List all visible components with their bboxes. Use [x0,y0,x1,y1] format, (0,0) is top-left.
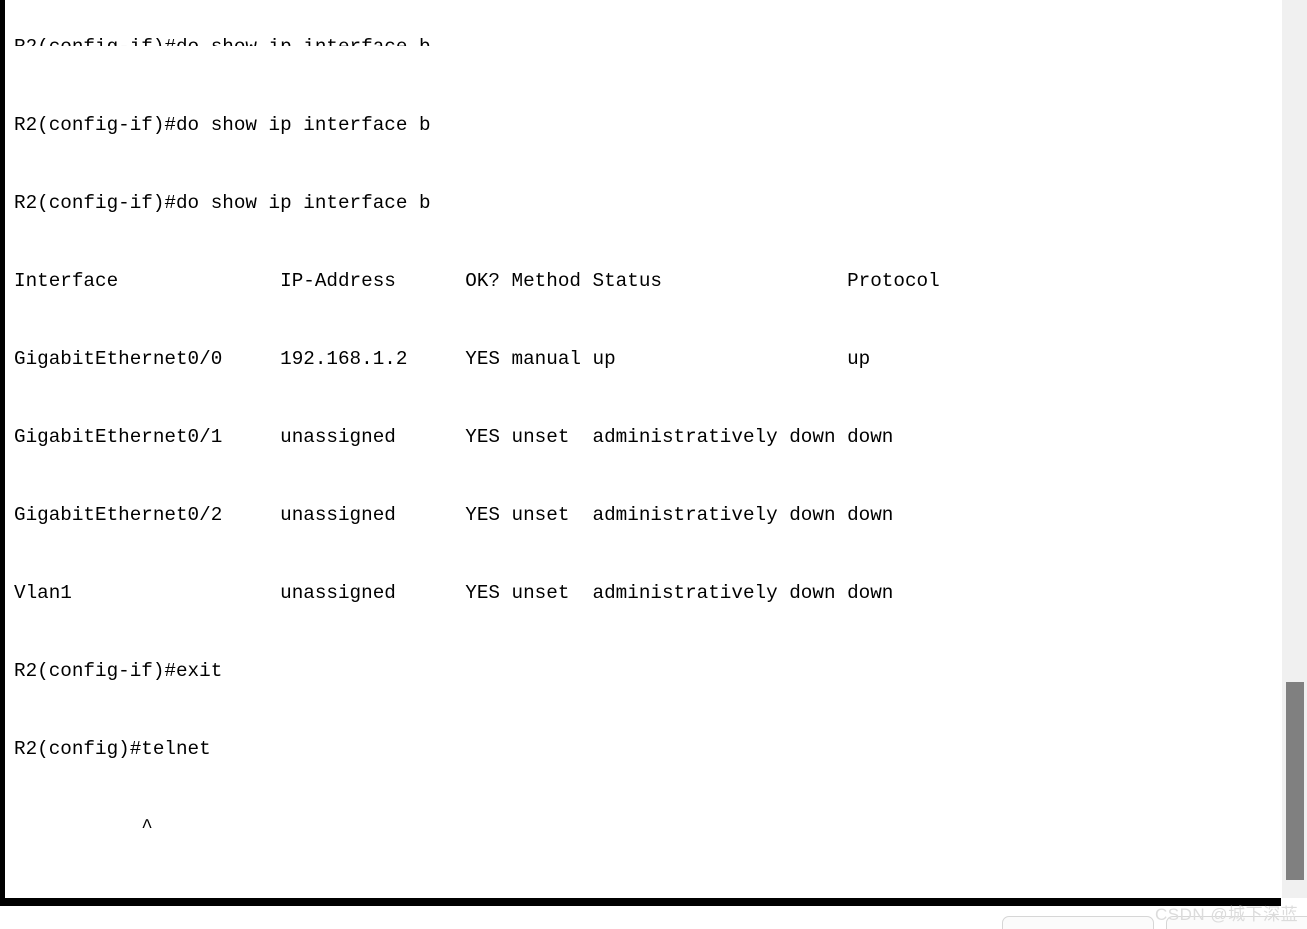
terminal-line: R2(config-if)#do show ip interface b [14,192,431,214]
scrollbar-thumb[interactable] [1286,682,1304,880]
terminal-table-row: Vlan1 unassigned YES unset administrativ… [14,582,894,604]
terminal-table-row: GigabitEthernet0/1 unassigned YES unset … [14,426,894,448]
terminal-table-header-row: Interface IP-Address OK? Method Status P… [14,270,940,292]
terminal-error-line: % Invalid input detected at '^' marker. [14,892,1269,894]
terminal-output-text[interactable]: R2(config-if)#do show ip interface b R2(… [14,0,1269,894]
terminal-line: R2(config)#telnet [14,738,211,760]
terminal-line: R2(config-if)#do show ip interface b [14,114,431,136]
terminal-table-row: GigabitEthernet0/2 unassigned YES unset … [14,504,894,526]
csdn-watermark: CSDN @城下深蓝 [1155,905,1299,924]
terminal-left-frame-border [0,0,5,906]
terminal-line: R2(config-if)#do show ip interface b [14,34,1269,46]
terminal-line: R2(config-if)#exit [14,660,223,682]
chrome-field-left[interactable] [1002,916,1154,929]
terminal-table-row: GigabitEthernet0/0 192.168.1.2 YES manua… [14,348,871,370]
terminal-bottom-frame-border [0,898,1281,906]
page-chrome-below-terminal [0,906,1307,929]
terminal-window[interactable]: R2(config-if)#do show ip interface b R2(… [0,0,1307,906]
vertical-scrollbar[interactable] [1281,0,1307,898]
terminal-caret-marker-line: ^ [14,816,153,838]
